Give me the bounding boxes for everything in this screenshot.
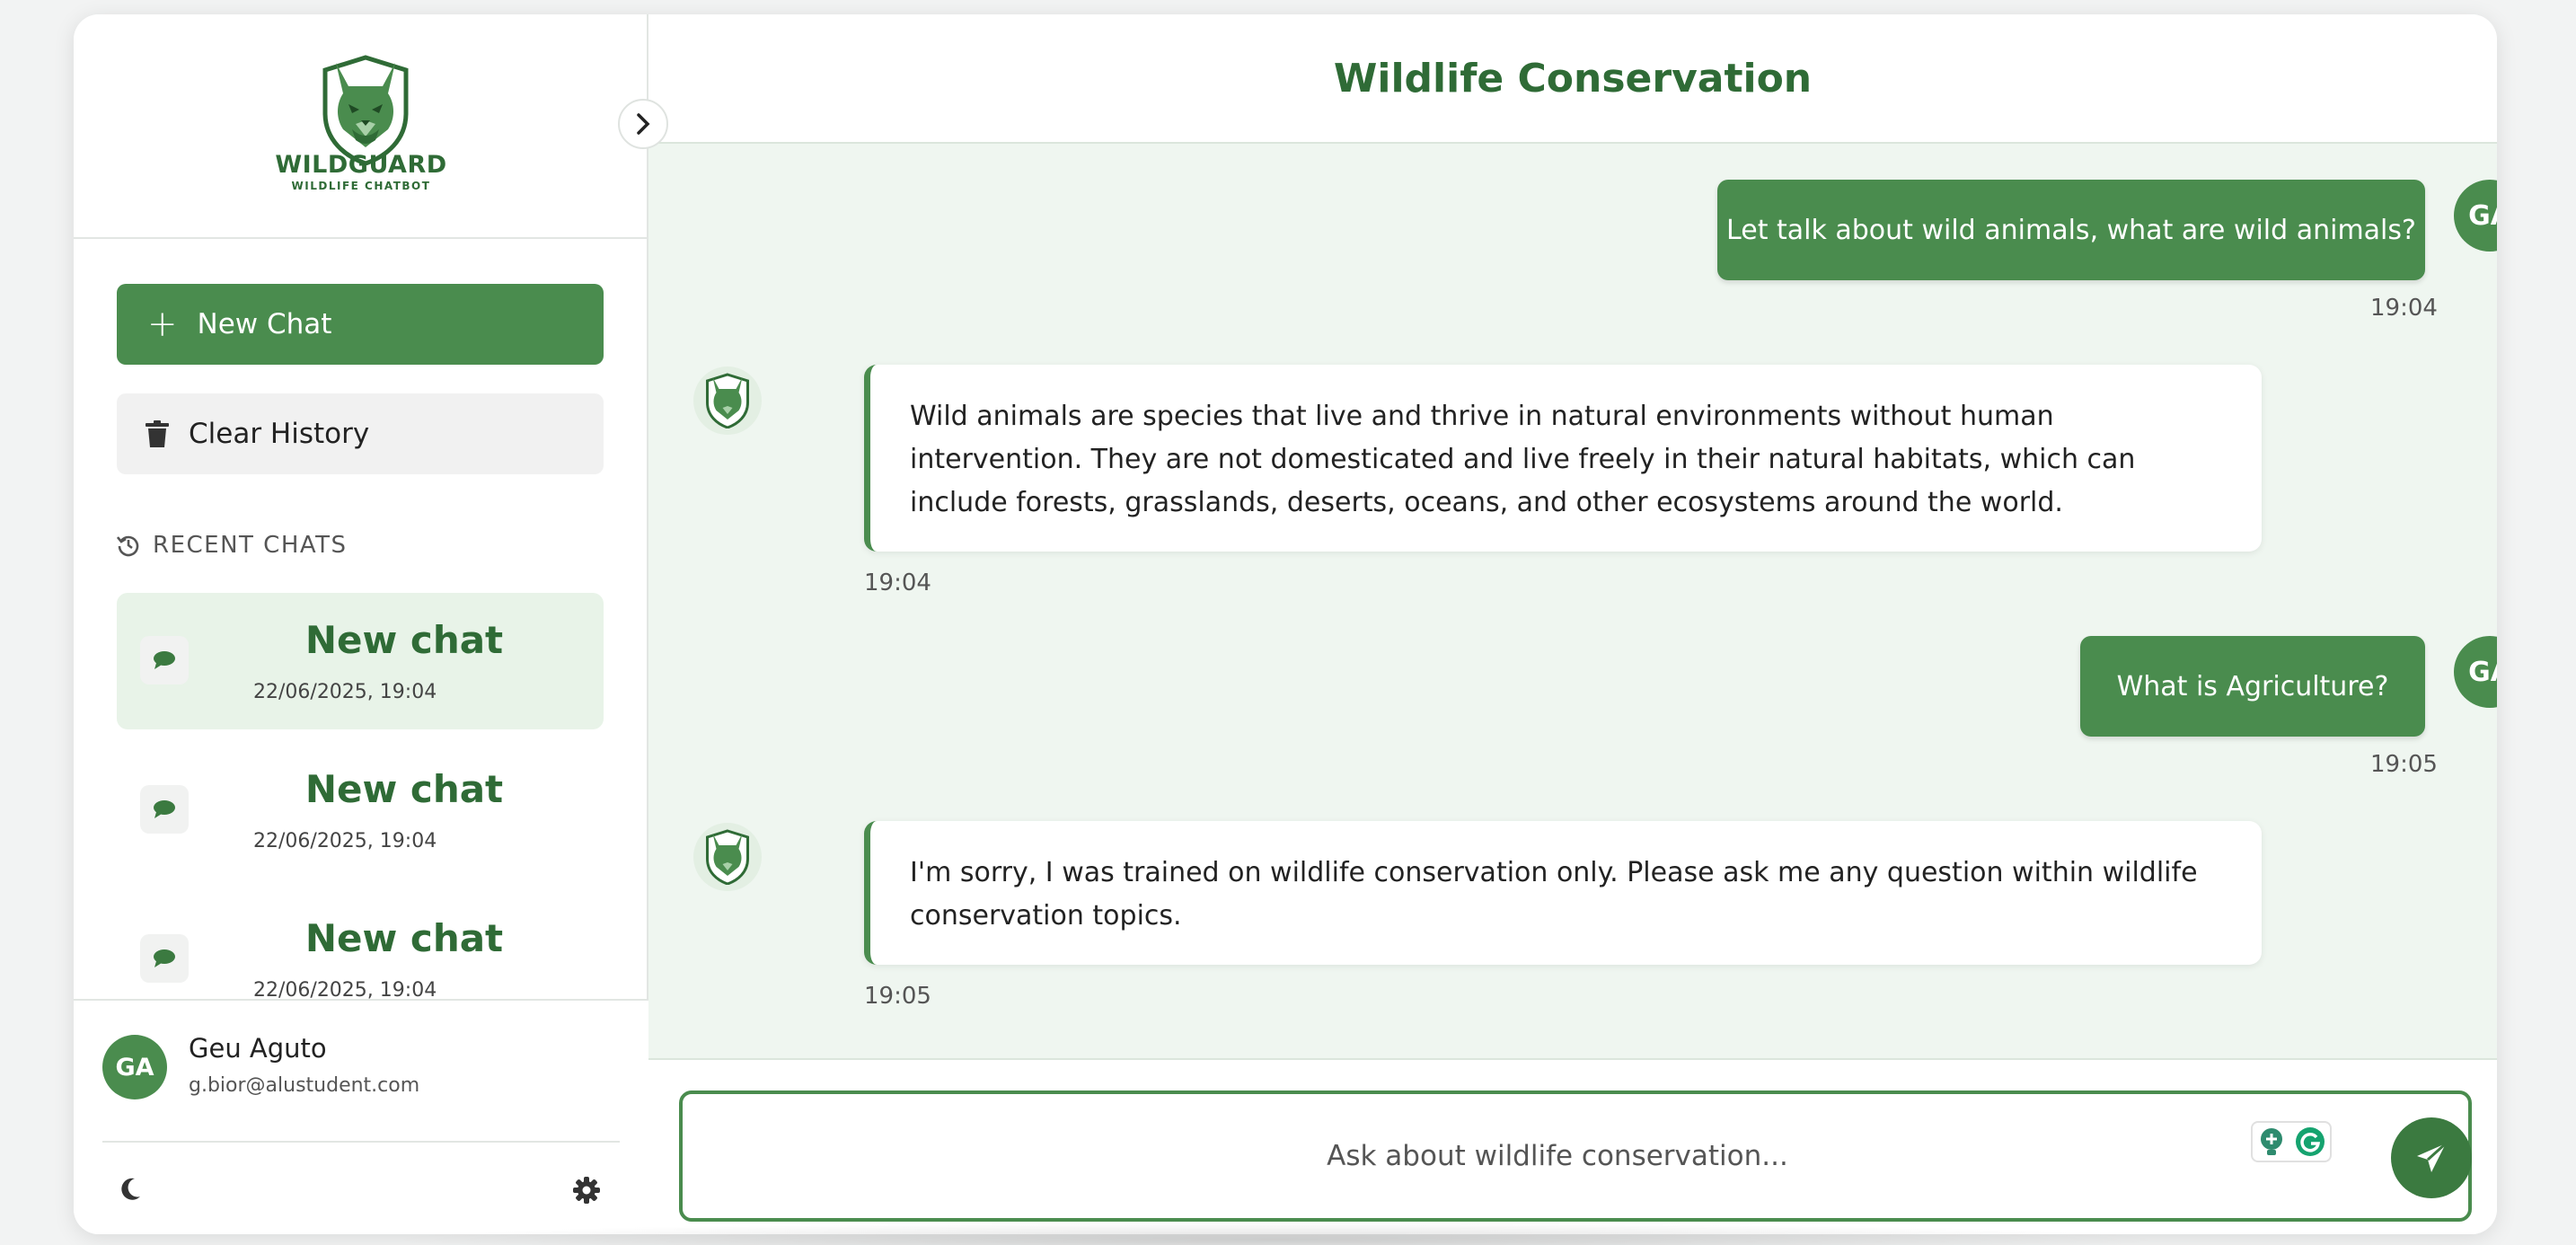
user-profile-area: GA Geu Aguto g.bior@alustudent.com	[74, 999, 648, 1234]
chat-title: New chat	[304, 916, 504, 960]
wolf-shield-logo	[322, 55, 409, 165]
wolf-logo-icon	[706, 373, 749, 428]
message-time: 19:04	[864, 570, 931, 596]
chat-list-item[interactable]: New chat 22/06/2025, 19:04	[117, 593, 604, 729]
logo-subtitle: WILDLIFE CHATBOT	[291, 180, 431, 192]
user-message-avatar: GA	[2454, 180, 2497, 252]
chat-title: New chat	[304, 618, 504, 662]
collapse-sidebar-button[interactable]	[618, 99, 668, 149]
plus-icon: +	[147, 304, 178, 345]
bot-message-bubble: Wild animals are species that live and t…	[864, 365, 2262, 552]
clear-history-button[interactable]: Clear History	[117, 393, 604, 474]
chat-list-item[interactable]: New chat 22/06/2025, 19:04	[117, 891, 604, 1011]
recent-chats-label: RECENT CHATS	[153, 532, 348, 559]
chat-title: New chat	[304, 767, 504, 811]
message-input[interactable]	[683, 1094, 2468, 1218]
extension-icons[interactable]	[2251, 1121, 2332, 1162]
window-shadow	[377, 1222, 2174, 1245]
bot-message-bubble: I'm sorry, I was trained on wildlife con…	[864, 821, 2262, 965]
lightbulb-plus-icon	[2260, 1128, 2282, 1155]
chevron-right-icon	[637, 113, 650, 135]
clear-history-label: Clear History	[189, 418, 370, 450]
logo-title: WILDGUARD	[275, 151, 447, 179]
message-time: 19:04	[2370, 295, 2438, 322]
chat-list-item[interactable]: New chat 22/06/2025, 19:04	[117, 742, 604, 879]
recent-chats-list: New chat 22/06/2025, 19:04 New chat 22/0…	[117, 593, 604, 1011]
paper-plane-icon	[2417, 1142, 2448, 1172]
message-text: I'm sorry, I was trained on wildlife con…	[910, 857, 2198, 932]
chat-bubble-icon	[140, 934, 189, 983]
user-avatar[interactable]: GA	[102, 1035, 167, 1099]
wolf-logo-icon	[706, 829, 749, 885]
sidebar: WILDGUARD WILDLIFE CHATBOT + New Chat Cl…	[74, 14, 648, 1234]
chat-bubble-icon	[140, 636, 189, 684]
chat-date: 22/06/2025, 19:04	[253, 830, 437, 852]
chat-main: Wildlife Conservation Let talk about wil…	[648, 14, 2497, 1234]
user-message-bubble: Let talk about wild animals, what are wi…	[1717, 180, 2425, 280]
history-icon	[117, 535, 139, 557]
send-button[interactable]	[2391, 1117, 2472, 1198]
bot-avatar	[693, 823, 762, 891]
new-chat-label: New Chat	[197, 308, 332, 340]
bot-avatar	[693, 366, 762, 435]
trash-icon	[146, 420, 169, 447]
chat-bubble-icon	[140, 785, 189, 834]
logo-area: WILDGUARD WILDLIFE CHATBOT	[74, 14, 648, 239]
message-time: 19:05	[2370, 751, 2438, 778]
user-email: g.bior@alustudent.com	[189, 1074, 420, 1097]
user-message-bubble: What is Agriculture?	[2080, 636, 2425, 737]
app-window: WILDGUARD WILDLIFE CHATBOT + New Chat Cl…	[74, 14, 2497, 1234]
recent-chats-heading: RECENT CHATS	[117, 532, 348, 559]
dark-mode-moon-icon[interactable]	[119, 1177, 142, 1202]
message-text: Wild animals are species that live and t…	[910, 401, 2136, 518]
composer-area	[648, 1058, 2497, 1234]
settings-gear-icon[interactable]	[573, 1177, 600, 1204]
grammarly-icon	[2295, 1127, 2325, 1156]
new-chat-button[interactable]: + New Chat	[117, 284, 604, 365]
page-title: Wildlife Conservation	[1333, 56, 1813, 102]
message-composer	[679, 1090, 2472, 1222]
chat-date: 22/06/2025, 19:04	[253, 681, 437, 703]
chat-header: Wildlife Conservation	[648, 14, 2497, 144]
message-time: 19:05	[864, 983, 931, 1010]
user-name: Geu Aguto	[189, 1033, 327, 1064]
messages-panel: Let talk about wild animals, what are wi…	[648, 144, 2497, 1058]
user-message-avatar: GA	[2454, 636, 2497, 708]
message-text: Let talk about wild animals, what are wi…	[1726, 214, 2416, 246]
divider	[102, 1141, 620, 1143]
message-text: What is Agriculture?	[2116, 670, 2389, 702]
